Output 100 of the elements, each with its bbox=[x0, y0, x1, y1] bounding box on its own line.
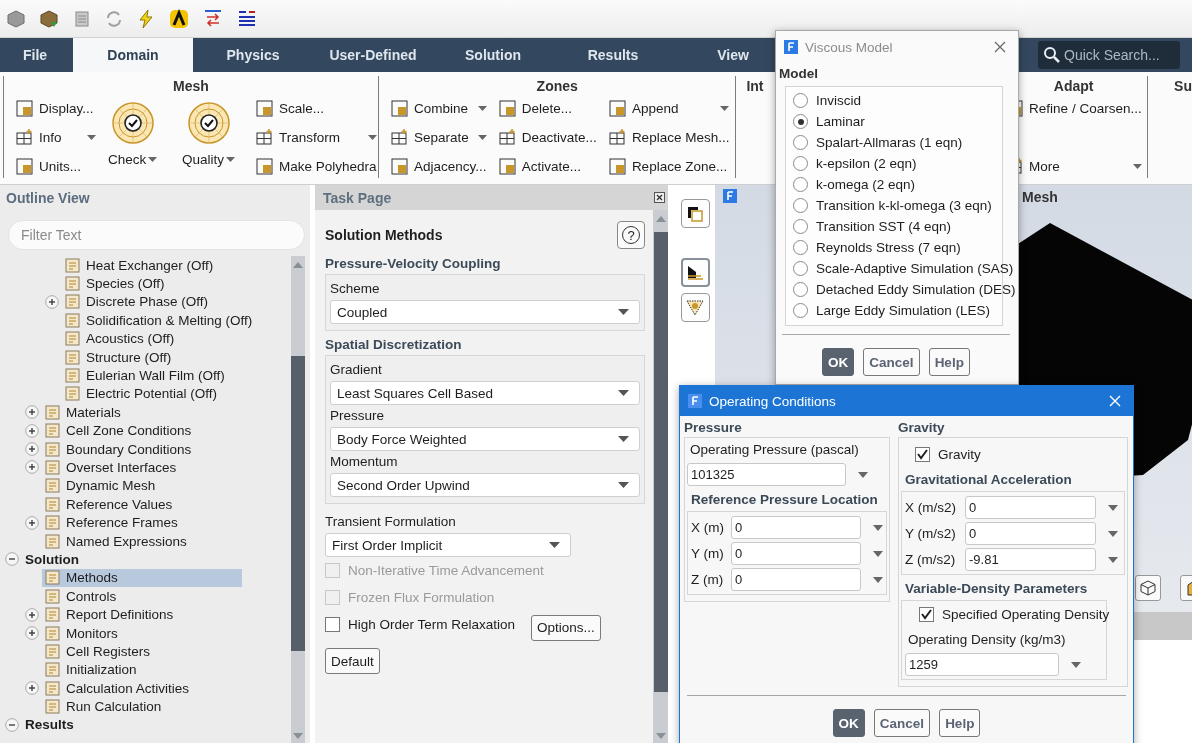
input-field[interactable]: -9.81 bbox=[965, 548, 1096, 571]
caret-icon[interactable] bbox=[1108, 504, 1118, 511]
expand-toggle[interactable] bbox=[25, 515, 39, 530]
scrollbar[interactable] bbox=[291, 256, 305, 743]
options-button[interactable]: Options... bbox=[531, 614, 601, 641]
caret-icon[interactable] bbox=[873, 524, 883, 531]
expand-toggle[interactable] bbox=[25, 423, 39, 438]
view-button[interactable] bbox=[680, 258, 710, 287]
document-stack-icon[interactable] bbox=[73, 9, 91, 28]
input-field[interactable]: 1259 bbox=[905, 653, 1059, 676]
expand-toggle[interactable] bbox=[45, 294, 59, 309]
caret-icon[interactable] bbox=[1132, 163, 1142, 169]
caret-icon[interactable] bbox=[720, 105, 730, 111]
scrollbar-thumb[interactable] bbox=[291, 356, 305, 651]
ribbon-button[interactable]: Transform bbox=[256, 125, 377, 149]
ribbon-tab[interactable]: Physics bbox=[193, 38, 313, 72]
ribbon-button[interactable]: Deactivate... bbox=[498, 125, 597, 149]
caret-icon[interactable] bbox=[477, 134, 487, 140]
caret-icon[interactable] bbox=[1108, 530, 1118, 537]
dropdown[interactable]: Body Force Weighted bbox=[330, 427, 640, 451]
ribbon-button[interactable]: Units... bbox=[16, 154, 96, 178]
ribbon-button[interactable]: Adjacency... bbox=[391, 154, 487, 178]
checkbox[interactable] bbox=[919, 606, 934, 622]
radio-button[interactable] bbox=[793, 198, 808, 213]
filter-field[interactable]: Filter Text bbox=[8, 220, 305, 250]
input-field[interactable]: 0 bbox=[965, 496, 1096, 519]
ribbon-button[interactable]: Check bbox=[108, 96, 158, 167]
dialog-button[interactable]: Help bbox=[939, 709, 981, 737]
radio-button[interactable] bbox=[793, 282, 808, 297]
dialog-button[interactable]: OK bbox=[832, 709, 865, 737]
tree-item[interactable]: Materials bbox=[42, 403, 242, 422]
dialog-button[interactable]: Help bbox=[928, 348, 970, 376]
radio-button[interactable] bbox=[793, 240, 808, 255]
ribbon-button[interactable]: Activate... bbox=[498, 154, 597, 178]
chevron-logo-icon[interactable] bbox=[169, 8, 189, 29]
ribbon-tab[interactable]: File bbox=[0, 38, 70, 72]
tree-item[interactable]: Methods bbox=[42, 568, 242, 588]
refresh-icon[interactable] bbox=[105, 9, 123, 28]
lines-icon[interactable] bbox=[237, 8, 257, 29]
radio-button[interactable] bbox=[793, 93, 808, 108]
caret-icon[interactable] bbox=[367, 134, 377, 140]
ribbon-button[interactable]: Replace Mesh... bbox=[608, 125, 730, 149]
tree-item[interactable]: Controls bbox=[42, 587, 242, 606]
radio-button[interactable] bbox=[793, 303, 808, 318]
tree-item[interactable]: Eulerian Wall Film (Off) bbox=[62, 366, 262, 385]
tree-item[interactable]: Reference Values bbox=[42, 495, 242, 514]
ribbon-tab[interactable]: Results bbox=[553, 38, 673, 72]
caret-icon[interactable] bbox=[226, 157, 236, 162]
radio-button[interactable] bbox=[793, 177, 808, 192]
tree-item[interactable]: Results bbox=[22, 715, 222, 735]
help-button[interactable]: ? bbox=[617, 221, 645, 249]
radio-button[interactable] bbox=[793, 156, 808, 171]
package-icon[interactable] bbox=[39, 8, 59, 29]
tree-item[interactable]: Report Definitions bbox=[42, 605, 242, 624]
tree-item[interactable]: Discrete Phase (Off) bbox=[62, 292, 262, 312]
input-field[interactable]: 0 bbox=[965, 522, 1096, 545]
tree-item[interactable]: Heat Exchanger (Off) bbox=[62, 256, 262, 275]
input-field[interactable]: 0 bbox=[731, 568, 861, 591]
input-field[interactable]: 101325 bbox=[687, 463, 846, 486]
ribbon-button[interactable]: Combine bbox=[391, 96, 487, 120]
tree-item[interactable]: Dynamic Mesh bbox=[42, 476, 242, 496]
checkbox[interactable] bbox=[325, 617, 340, 632]
tree-item[interactable]: Solidification & Melting (Off) bbox=[62, 311, 262, 330]
caret-icon[interactable] bbox=[873, 550, 883, 557]
close-icon[interactable] bbox=[654, 192, 665, 203]
default-button[interactable]: Default bbox=[325, 648, 380, 674]
expand-toggle[interactable] bbox=[25, 460, 39, 475]
dropdown[interactable]: Least Squares Cell Based bbox=[330, 381, 640, 405]
expand-toggle[interactable] bbox=[25, 681, 39, 696]
ribbon-button[interactable]: Quality bbox=[182, 96, 236, 167]
tree-item[interactable]: Named Expressions bbox=[42, 531, 242, 551]
tree-item[interactable]: Initialization bbox=[42, 660, 242, 679]
filter-view-button[interactable] bbox=[680, 293, 710, 322]
ribbon-button[interactable]: Separate bbox=[391, 125, 487, 149]
quick-search-field[interactable]: Quick Search... bbox=[1038, 41, 1180, 69]
caret-icon[interactable] bbox=[873, 576, 883, 583]
ribbon-button[interactable]: Delete... bbox=[498, 96, 597, 120]
window-layout-button[interactable] bbox=[680, 199, 710, 228]
expand-toggle[interactable] bbox=[25, 405, 39, 420]
ribbon-tab[interactable]: Solution bbox=[433, 38, 553, 72]
radio-button[interactable] bbox=[793, 219, 808, 234]
ribbon-button[interactable]: Append bbox=[608, 96, 730, 120]
collapse-toggle[interactable] bbox=[5, 552, 19, 567]
ribbon-button[interactable]: Info bbox=[16, 125, 96, 149]
ribbon-tab[interactable]: Domain bbox=[73, 38, 193, 72]
radio-button[interactable] bbox=[793, 114, 808, 129]
ribbon-button[interactable]: Scale... bbox=[256, 96, 377, 120]
isometric-view-button[interactable] bbox=[1135, 575, 1161, 601]
tree-item[interactable]: Electric Potential (Off) bbox=[62, 384, 262, 404]
close-icon[interactable] bbox=[994, 41, 1006, 53]
tree-item[interactable]: Solution bbox=[22, 550, 222, 569]
expand-toggle[interactable] bbox=[25, 626, 39, 640]
dialog-button[interactable]: Cancel bbox=[873, 709, 931, 737]
dropdown[interactable]: Coupled bbox=[330, 300, 640, 324]
tree-item[interactable]: Reference Frames bbox=[42, 513, 242, 532]
tree-item[interactable]: Boundary Conditions bbox=[42, 439, 242, 459]
caret-icon[interactable] bbox=[87, 134, 96, 140]
tree-item[interactable]: Monitors bbox=[42, 623, 242, 643]
tree-item[interactable]: Cell Zone Conditions bbox=[42, 421, 242, 440]
cube-icon[interactable] bbox=[7, 9, 25, 28]
